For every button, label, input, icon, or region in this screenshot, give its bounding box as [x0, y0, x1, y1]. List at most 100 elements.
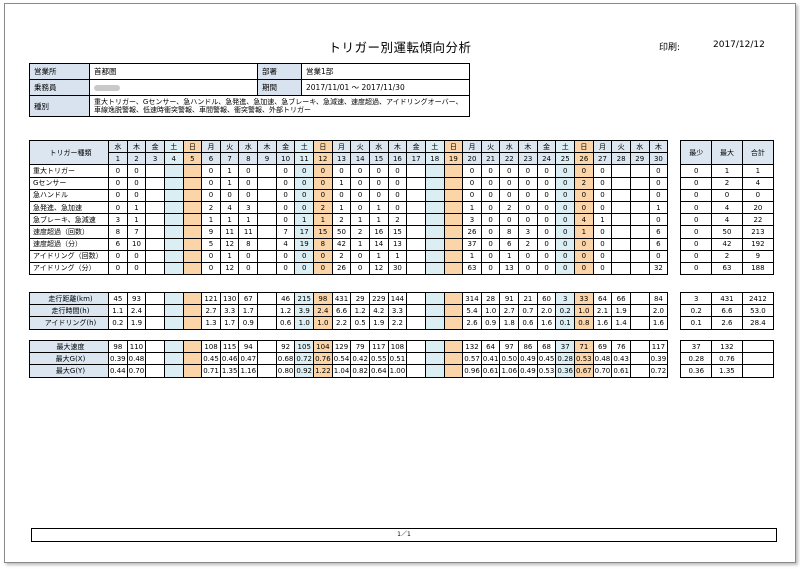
data-cell: 0.80 [275, 364, 296, 378]
data-cell: 0 [313, 249, 333, 263]
data-cell: 21 [518, 291, 538, 306]
data-cell [163, 316, 184, 330]
day-cell: 29 [629, 152, 650, 166]
data-cell: 1 [219, 249, 240, 263]
summary-cell: 0 [680, 164, 713, 178]
data-cell [163, 352, 184, 366]
weekday-cell: 日 [182, 139, 203, 154]
weekday-cell: 土 [163, 139, 184, 154]
data-cell: 6 [648, 225, 669, 239]
data-cell: 108 [201, 339, 221, 354]
summary-cell: 0.28 [680, 352, 713, 366]
data-cell [424, 164, 445, 178]
data-cell: 0 [555, 188, 576, 202]
day-cell: 8 [238, 152, 259, 166]
data-cell [611, 237, 631, 251]
data-cell: 71 [574, 339, 594, 354]
data-cell [611, 200, 631, 215]
data-cell: 0.47 [238, 352, 259, 366]
data-cell: 0 [238, 164, 259, 178]
data-cell [629, 164, 650, 178]
data-cell [629, 213, 650, 227]
summary-cell: 0 [680, 225, 713, 239]
column-gap [668, 141, 681, 153]
table-row: Gセンサー 0 0 0 1 0 0 0 0 1 0 0 0 0 0 0 0 0 0 2 0 0 0 2 4 [29, 176, 775, 190]
day-cell: 30 [648, 152, 669, 166]
data-cell: 0 [313, 188, 333, 202]
day-cell: 15 [368, 152, 389, 166]
data-cell: 0 [275, 200, 296, 215]
summary-cell: 4 [711, 200, 743, 215]
data-cell: 0 [574, 188, 594, 202]
data-cell: 8 [108, 225, 128, 239]
data-cell: 14 [368, 237, 389, 251]
column-gap [668, 353, 681, 365]
data-cell [406, 176, 426, 190]
column-gap [668, 226, 681, 238]
data-cell [163, 188, 184, 202]
day-cell: 9 [257, 152, 277, 166]
data-cell [163, 213, 184, 227]
data-cell: 2.4 [313, 304, 333, 318]
data-cell: 144 [387, 291, 408, 306]
data-cell [257, 249, 277, 263]
summary-cell: 431 [711, 291, 743, 306]
data-cell: 0.8 [574, 316, 594, 330]
summary-header: 最大 [711, 139, 743, 166]
data-cell [406, 213, 426, 227]
data-cell [629, 237, 650, 251]
data-cell [145, 352, 165, 366]
table-row: 重大トリガー 0 0 0 1 0 0 0 0 0 0 0 0 0 0 0 0 0 0 0 0 0 0 1 1 [29, 164, 775, 178]
data-cell [145, 200, 165, 215]
data-cell: 0 [294, 164, 315, 178]
data-cell: 0 [350, 249, 370, 263]
data-cell: 117 [368, 339, 389, 354]
data-cell: 0 [462, 164, 482, 178]
column-gap [668, 317, 681, 329]
data-cell: 0 [238, 249, 259, 263]
data-cell: 0 [201, 164, 221, 178]
summary-cell: 213 [741, 225, 775, 239]
data-cell: 0.70 [592, 364, 613, 378]
data-cell: 2 [499, 200, 520, 215]
data-cell: 3 [518, 225, 538, 239]
print-date: 2017/12/12 [713, 40, 765, 50]
data-cell: 105 [294, 339, 315, 354]
data-cell: 0.39 [648, 352, 669, 366]
column-gap [668, 153, 681, 165]
column-gap [668, 262, 681, 274]
weekday-cell: 金 [536, 139, 557, 154]
data-cell: 0 [294, 188, 315, 202]
row-label: 最大速度 [29, 339, 109, 354]
data-cell [163, 200, 184, 215]
weekday-cell: 木 [518, 139, 538, 154]
weekday-cell: 木 [648, 139, 669, 154]
summary-cell: 20 [741, 200, 775, 215]
data-cell: 1.35 [219, 364, 240, 378]
data-cell [406, 316, 426, 330]
data-cell [406, 291, 426, 306]
data-cell: 0 [350, 261, 370, 276]
data-cell [424, 213, 445, 227]
data-cell: 0 [592, 249, 613, 263]
data-cell [629, 304, 650, 318]
data-cell [257, 261, 277, 276]
data-cell [424, 225, 445, 239]
column-gap [668, 177, 681, 189]
data-cell: 0 [648, 249, 669, 263]
weekday-cell: 水 [368, 139, 389, 154]
data-cell: 2 [387, 213, 408, 227]
data-cell: 6 [108, 237, 128, 251]
day-cell: 23 [518, 152, 538, 166]
data-cell: 6.6 [331, 304, 352, 318]
data-cell: 0.48 [126, 352, 147, 366]
summary-cell: 2 [711, 176, 743, 190]
day-cell: 5 [182, 152, 203, 166]
data-cell [443, 237, 464, 251]
weekday-cell: 日 [574, 139, 594, 154]
data-cell: 1.9 [611, 304, 631, 318]
period-label: 期間 [257, 79, 302, 96]
data-cell [443, 188, 464, 202]
data-cell [406, 188, 426, 202]
data-cell: 108 [387, 339, 408, 354]
